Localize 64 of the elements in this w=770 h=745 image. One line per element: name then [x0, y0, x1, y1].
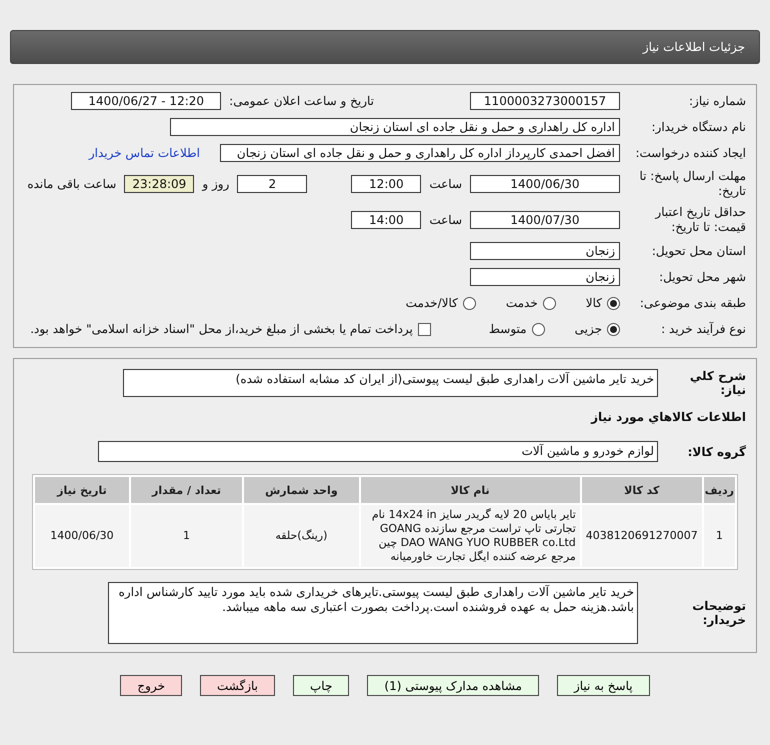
field-label: شماره نیاز: [688, 94, 746, 108]
action-button[interactable]: خروج [120, 675, 182, 696]
deadline-time-field[interactable]: 12:00 [351, 175, 422, 193]
radio-button[interactable] [607, 296, 620, 310]
field-label: ایجاد کننده درخواست: [634, 146, 746, 160]
action-button[interactable]: پاسخ به نیاز [556, 675, 650, 696]
section-title: اطلاعات کالاهاي مورد نياز [591, 410, 746, 424]
table-cell: 1 [704, 505, 735, 567]
checkbox-label: پرداخت تمام یا بخشی از مبلغ خرید،از محل "اسناد خزانه اسلامی" خواهد بود. [30, 322, 413, 336]
need-number-field[interactable]: 1100003273000157 [470, 92, 620, 110]
field-label: طبقه بندی موضوعی: [638, 296, 746, 310]
buyer-contact-link[interactable]: اطلاعات تماس خریدار [88, 146, 200, 160]
requester-field[interactable]: افضل احمدی کارپرداز اداره کل راهداری و حمل و نقل جاده ای استان زنجان [220, 144, 620, 162]
column-header: ردیف [704, 477, 735, 503]
field-label: شرح کلي نياز: [688, 369, 746, 397]
goods-group-field[interactable]: لوازم خودرو و ماشین آلات [98, 441, 658, 462]
table-cell: تایر بایاس 20 لایه گریدر سایز 14x24 in نام تجارتی تاپ تراست مرجع سازنده GOANG DAO WANG YUO RUBBER co.Ltd چین مرجع عرضه کننده ایگل تجارت خاورمیانه [360, 505, 580, 567]
summary-field[interactable]: خرید تایر ماشین آلات راهداری طبق لیست پیوستی(از ایران کد مشابه استفاده شده) [123, 369, 658, 397]
column-header: تعداد / مقدار [130, 477, 242, 503]
option-label: کالا [586, 296, 602, 310]
field-label: ساعت [429, 177, 462, 191]
field-label: توضیحات خریدار: [691, 599, 746, 627]
field-label: روز و [202, 177, 230, 191]
field-label: شهر محل تحویل: [658, 270, 746, 284]
table-cell: 1 [130, 505, 242, 567]
field-label: حداقل تاریخ اعتبار قیمت: تا تاریخ: [654, 205, 746, 235]
option-label: متوسط [488, 322, 527, 336]
remaining-time-field: 23:28:09 [124, 175, 194, 193]
table-cell: 1400/06/30 [35, 505, 129, 567]
days-field[interactable]: 2 [237, 175, 308, 193]
announce-date-field[interactable]: 1400/06/27 - 12:20 [71, 92, 222, 110]
field-label: گروه کالا: [686, 444, 746, 458]
column-header: تاریخ نیاز [35, 477, 129, 503]
deadline-date-field[interactable]: 1400/06/30 [470, 175, 620, 193]
field-label: تاریخ و ساعت اعلان عمومی: [229, 94, 374, 108]
buyer-notes-field[interactable]: خرید تایر ماشین آلات راهداری طبق لیست پیوستی.تایرهای خریداری شده باید مورد تایید کارشناس اداره باشد.هزینه حمل به عهده فروشنده است.پرداخت بصورت اعتباری سه ماهه میباشد. [108, 582, 638, 644]
column-header: کد کالا [582, 477, 702, 503]
buyer-org-field[interactable]: اداره کل راهداری و حمل و نقل جاده ای استان زنجان [170, 118, 620, 136]
page-header: جزئیات اطلاعات نیاز [10, 30, 760, 64]
field-label: مهلت ارسال پاسخ: تا تاریخ: [638, 169, 746, 199]
city-field[interactable]: زنجان [470, 268, 620, 286]
action-button[interactable]: مشاهده مدارک پیوستی (1) [367, 675, 539, 696]
checkbox[interactable] [418, 322, 431, 336]
field-label: نام دستگاه خریدار: [650, 120, 746, 134]
radio-button[interactable] [462, 296, 476, 310]
table-cell: 4038120691270007 [582, 505, 702, 567]
column-header: نام کالا [360, 477, 580, 503]
validity-time-field[interactable]: 14:00 [351, 211, 422, 229]
radio-button[interactable] [542, 296, 556, 310]
column-header: واحد شمارش [244, 477, 359, 503]
option-label: کالا/خدمت [406, 296, 458, 310]
table-cell: (رینگ)حلقه [244, 505, 359, 567]
radio-button[interactable] [607, 322, 620, 336]
radio-button[interactable] [532, 322, 545, 336]
field-label: ساعت [429, 213, 462, 227]
field-label: نوع فرآیند خرید : [660, 322, 746, 336]
option-label: جزیی [574, 322, 602, 336]
field-label: ساعت باقی مانده [27, 177, 116, 191]
field-label: استان محل تحویل: [650, 244, 746, 258]
province-field[interactable]: زنجان [470, 242, 620, 260]
action-button[interactable]: چاپ [293, 675, 350, 696]
validity-date-field[interactable]: 1400/07/30 [470, 211, 620, 229]
action-button[interactable]: بازگشت [200, 675, 275, 696]
option-label: خدمت [506, 296, 538, 310]
